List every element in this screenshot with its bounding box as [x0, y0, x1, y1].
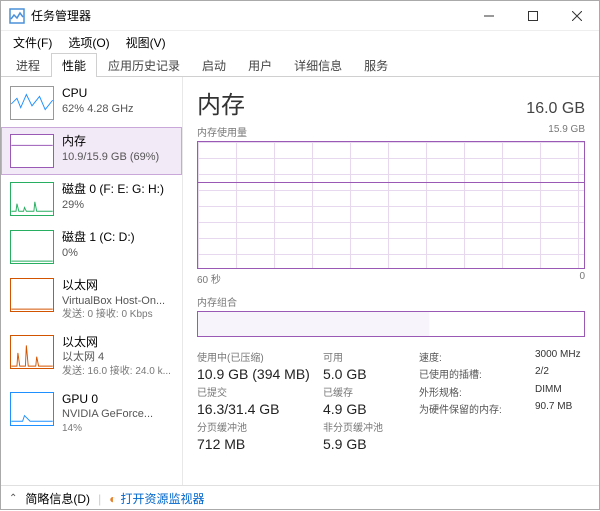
sidebar-item-memory[interactable]: 内存 10.9/15.9 GB (69%)	[1, 127, 182, 175]
chevron-up-icon[interactable]: ⌃	[9, 493, 17, 504]
close-button[interactable]	[555, 1, 599, 31]
gpu-thumb-icon	[10, 392, 54, 426]
memory-detail-pane: 内存 16.0 GB 内存使用量 15.9 GB 60 秒 0 内存组合 使用中…	[183, 77, 599, 485]
menu-bar: 文件(F) 选项(O) 视图(V)	[1, 31, 599, 53]
usage-caption: 内存使用量	[197, 124, 247, 139]
menu-options[interactable]: 选项(O)	[60, 32, 117, 53]
app-icon	[9, 8, 25, 24]
xaxis-left: 60 秒	[197, 271, 221, 286]
footer-bar: ⌃ 简略信息(D) | ◐打开资源监视器	[1, 485, 599, 511]
stat-label-slots: 已使用的插槽:	[419, 366, 529, 382]
stat-value-in-use: 10.9 GB (394 MB)	[197, 366, 317, 382]
open-resource-monitor-link[interactable]: ◐ 打开资源监视器	[109, 490, 204, 507]
sidebar-item-gpu0[interactable]: GPU 0 NVIDIA GeForce... 14%	[1, 385, 182, 442]
sidebar-item-sub2: 14%	[62, 422, 153, 435]
disk-thumb-icon	[10, 230, 54, 264]
sidebar-item-ethernet-2[interactable]: 以太网 以太网 4 发送: 16.0 接收: 24.0 k...	[1, 328, 182, 385]
memory-stats-grid: 使用中(已压缩) 可用 速度: 3000 MHz 10.9 GB (394 MB…	[197, 349, 585, 452]
stat-value-hw-reserved: 90.7 MB	[535, 401, 599, 417]
stat-value-slots: 2/2	[535, 366, 599, 382]
sidebar-item-label: 磁盘 0 (F: E: G: H:)	[62, 182, 164, 198]
stat-label-speed: 速度:	[419, 349, 529, 364]
sidebar-item-label: 以太网	[62, 335, 171, 351]
title-bar: 任务管理器	[1, 1, 599, 31]
stat-label-hw-reserved: 为硬件保留的内存:	[419, 401, 529, 417]
tab-services[interactable]: 服务	[353, 53, 399, 77]
stat-label-available: 可用	[323, 349, 413, 364]
stat-value-speed: 3000 MHz	[535, 349, 599, 364]
stat-value-cached: 4.9 GB	[323, 401, 413, 417]
stat-value-available: 5.0 GB	[323, 366, 413, 382]
sidebar-item-cpu[interactable]: CPU 62% 4.28 GHz	[1, 79, 182, 127]
sidebar-item-disk0[interactable]: 磁盘 0 (F: E: G: H:) 29%	[1, 175, 182, 223]
memory-usage-chart[interactable]	[197, 141, 585, 269]
performance-sidebar: CPU 62% 4.28 GHz 内存 10.9/15.9 GB (69%) 磁…	[1, 77, 183, 485]
stat-label-paged: 分页缓冲池	[197, 419, 317, 434]
maximize-button[interactable]	[511, 1, 555, 31]
sidebar-item-label: GPU 0	[62, 392, 153, 408]
menu-view[interactable]: 视图(V)	[118, 32, 174, 53]
memory-composition-bar[interactable]	[197, 311, 585, 337]
tab-startup[interactable]: 启动	[191, 53, 237, 77]
sidebar-item-label: CPU	[62, 86, 134, 102]
stat-label-form: 外形规格:	[419, 384, 529, 399]
sidebar-item-sub: 29%	[62, 198, 164, 212]
stat-value-nonpaged: 5.9 GB	[323, 436, 413, 452]
sidebar-item-label: 磁盘 1 (C: D:)	[62, 230, 135, 246]
stat-value-form: DIMM	[535, 384, 599, 399]
stat-label-nonpaged: 非分页缓冲池	[323, 419, 413, 434]
tab-users[interactable]: 用户	[237, 53, 283, 77]
composition-caption: 内存组合	[197, 294, 585, 309]
sidebar-item-sub: 以太网 4	[62, 350, 171, 364]
stat-label-in-use: 使用中(已压缩)	[197, 349, 317, 364]
minimize-button[interactable]	[467, 1, 511, 31]
sidebar-item-sub: 0%	[62, 246, 135, 260]
sidebar-item-label: 以太网	[62, 278, 165, 294]
cpu-thumb-icon	[10, 86, 54, 120]
sidebar-item-disk1[interactable]: 磁盘 1 (C: D:) 0%	[1, 223, 182, 271]
memory-thumb-icon	[10, 134, 54, 168]
xaxis-right: 0	[579, 271, 585, 286]
disk-thumb-icon	[10, 182, 54, 216]
menu-file[interactable]: 文件(F)	[5, 32, 60, 53]
sidebar-item-sub: VirtualBox Host-On...	[62, 294, 165, 308]
ethernet-thumb-icon	[10, 278, 54, 312]
open-resource-monitor-label: 打开资源监视器	[120, 492, 204, 506]
stat-value-committed: 16.3/31.4 GB	[197, 401, 317, 417]
sidebar-item-sub: NVIDIA GeForce...	[62, 407, 153, 421]
stat-value-paged: 712 MB	[197, 436, 317, 452]
resource-monitor-icon: ◐	[109, 492, 116, 506]
sidebar-item-sub2: 发送: 16.0 接收: 24.0 k...	[62, 365, 171, 378]
sidebar-item-sub: 10.9/15.9 GB (69%)	[62, 150, 159, 164]
tab-performance[interactable]: 性能	[51, 53, 97, 77]
usage-max: 15.9 GB	[548, 124, 585, 139]
tab-details[interactable]: 详细信息	[283, 53, 353, 77]
stat-label-cached: 已缓存	[323, 384, 413, 399]
fewer-details-button[interactable]: 简略信息(D)	[25, 490, 90, 507]
ethernet-thumb-icon	[10, 335, 54, 369]
sidebar-item-sub: 62% 4.28 GHz	[62, 102, 134, 116]
tabs-row: 进程 性能 应用历史记录 启动 用户 详细信息 服务	[1, 53, 599, 77]
stat-label-committed: 已提交	[197, 384, 317, 399]
sidebar-item-sub2: 发送: 0 接收: 0 Kbps	[62, 308, 165, 321]
memory-total: 16.0 GB	[526, 100, 585, 118]
sidebar-item-ethernet-1[interactable]: 以太网 VirtualBox Host-On... 发送: 0 接收: 0 Kb…	[1, 271, 182, 328]
page-title: 内存	[197, 85, 245, 120]
window-title: 任务管理器	[31, 7, 91, 24]
tab-app-history[interactable]: 应用历史记录	[97, 53, 191, 77]
tab-processes[interactable]: 进程	[5, 53, 51, 77]
sidebar-item-label: 内存	[62, 134, 159, 150]
